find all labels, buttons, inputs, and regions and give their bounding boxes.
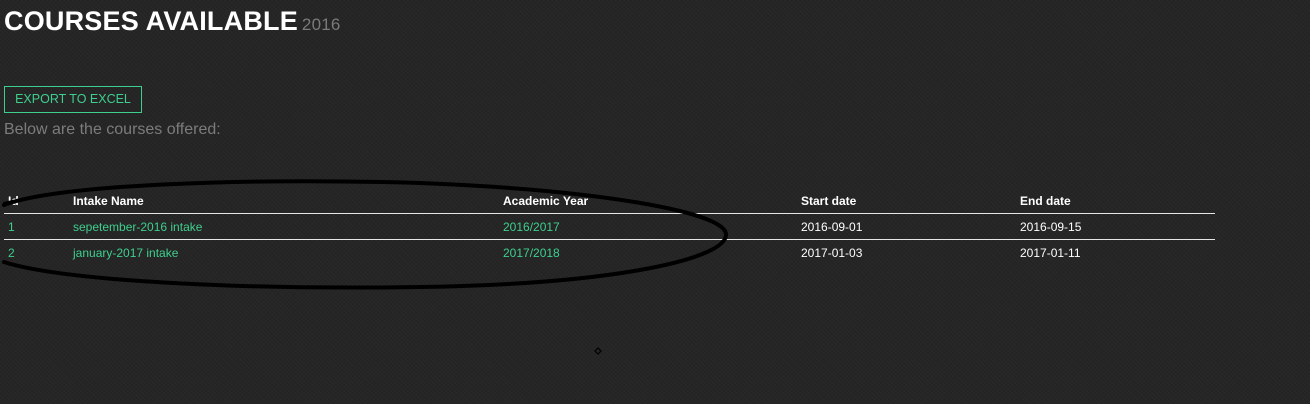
cell-intake-name[interactable]: january-2017 intake bbox=[69, 240, 499, 266]
cell-academic-year[interactable]: 2016/2017 bbox=[499, 213, 797, 240]
table-row: 1 sepetember-2016 intake 2016/2017 2016-… bbox=[4, 213, 1215, 240]
table-row: 2 january-2017 intake 2017/2018 2017-01-… bbox=[4, 240, 1215, 266]
page-title: COURSES AVAILABLE 2016 bbox=[4, 6, 341, 37]
cell-end-date: 2016-09-15 bbox=[1016, 213, 1215, 240]
intro-text: Below are the courses offered: bbox=[4, 121, 221, 138]
export-to-excel-button[interactable]: EXPORT TO EXCEL bbox=[4, 86, 142, 113]
column-header-intake-name[interactable]: Intake Name bbox=[69, 188, 499, 214]
cell-id[interactable]: 2 bbox=[4, 240, 69, 266]
column-header-id[interactable]: Id bbox=[4, 188, 69, 214]
cursor-marker bbox=[594, 347, 602, 355]
table-header-row: Id Intake Name Academic Year Start date … bbox=[4, 188, 1215, 214]
column-header-academic-year[interactable]: Academic Year bbox=[499, 188, 797, 214]
column-header-end-date[interactable]: End date bbox=[1016, 188, 1215, 214]
column-header-start-date[interactable]: Start date bbox=[797, 188, 1016, 214]
page-title-year: 2016 bbox=[301, 15, 341, 34]
courses-table: Id Intake Name Academic Year Start date … bbox=[4, 188, 1215, 265]
page-title-text: COURSES AVAILABLE bbox=[4, 6, 298, 36]
cell-intake-name[interactable]: sepetember-2016 intake bbox=[69, 213, 499, 240]
cell-end-date: 2017-01-11 bbox=[1020, 245, 1081, 260]
cell-start-date: 2017-01-03 bbox=[801, 245, 863, 260]
cell-start-date: 2016-09-01 bbox=[797, 213, 1016, 240]
cell-academic-year[interactable]: 2017/2018 bbox=[499, 240, 797, 266]
cell-id[interactable]: 1 bbox=[4, 213, 69, 240]
